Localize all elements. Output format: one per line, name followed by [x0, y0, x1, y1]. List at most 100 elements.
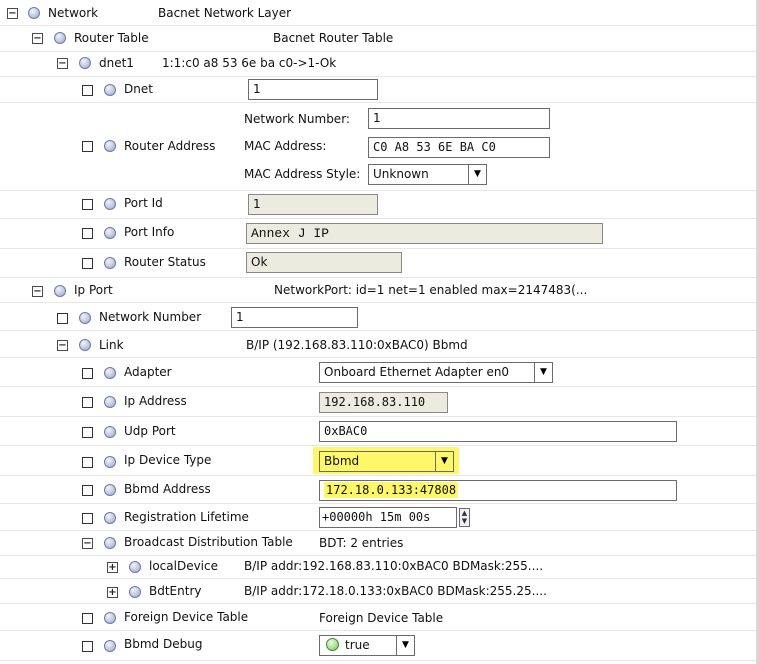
checkbox-icon[interactable]: [82, 199, 93, 210]
slot-bullet-icon: [54, 285, 66, 297]
mac-address-style-value: Unknown: [373, 167, 429, 181]
slot-bullet-icon: [104, 426, 116, 438]
dnet-label: Dnet: [124, 82, 153, 96]
checkbox-icon[interactable]: [82, 85, 93, 96]
mac-address-style-select[interactable]: Unknown ▼: [368, 164, 487, 185]
ip-port-value: NetworkPort: id=1 net=1 enabled max=2147…: [274, 283, 588, 297]
bbmd-debug-value: true: [345, 638, 370, 652]
slot-bullet-icon: [104, 367, 116, 379]
slot-bullet-icon: [79, 57, 91, 69]
expand-icon[interactable]: +: [107, 587, 118, 598]
bdt-entry-value: B/IP addr:172.18.0.133:0xBAC0 BDMask:255…: [244, 584, 547, 598]
checkbox-icon[interactable]: [82, 258, 93, 269]
ip-device-type-label: Ip Device Type: [124, 453, 212, 467]
router-address-label: Router Address: [124, 139, 216, 153]
bbmd-address-field[interactable]: 172.18.0.133:47808: [319, 480, 677, 501]
chevron-down-icon[interactable]: ▼: [534, 363, 552, 382]
dnet1-label: dnet1: [99, 56, 134, 70]
adapter-label: Adapter: [124, 365, 172, 379]
registration-lifetime-label: Registration Lifetime: [124, 510, 249, 524]
slot-bullet-icon: [104, 198, 116, 210]
checkbox-icon[interactable]: [82, 485, 93, 496]
bdt-label: Broadcast Distribution Table: [124, 535, 293, 549]
checkbox-icon[interactable]: [82, 141, 93, 152]
checkbox-icon[interactable]: [82, 368, 93, 379]
network-number-field[interactable]: 1: [368, 108, 550, 129]
bbmd-debug-select[interactable]: true ▼: [319, 635, 415, 656]
collapse-icon[interactable]: −: [57, 340, 68, 351]
dnet-field[interactable]: 1: [248, 79, 378, 100]
router-status-field: Ok: [246, 252, 402, 273]
checkbox-icon[interactable]: [82, 457, 93, 468]
slot-bullet-icon: [104, 227, 116, 239]
ip-port-label: Ip Port: [74, 283, 113, 297]
registration-lifetime-field[interactable]: +00000h 15m 00s: [319, 507, 457, 528]
local-device-label: localDevice: [149, 559, 218, 573]
foreign-device-table-value: Foreign Device Table: [319, 611, 444, 625]
collapse-icon[interactable]: −: [32, 33, 43, 44]
bbmd-address-value: 172.18.0.133:47808: [324, 482, 459, 498]
port-id-field: 1: [248, 194, 378, 215]
slot-bullet-icon: [104, 396, 116, 408]
slot-bullet-icon: [104, 484, 116, 496]
udp-port-label: Udp Port: [124, 424, 176, 438]
ip-device-type-value: Bbmd: [324, 454, 360, 468]
slot-bullet-icon: [129, 586, 141, 598]
checkbox-icon[interactable]: [82, 613, 93, 624]
slot-bullet-icon: [54, 32, 66, 44]
slot-bullet-icon: [79, 312, 91, 324]
slot-bullet-icon: [79, 339, 91, 351]
mac-address-sublabel: MAC Address:: [244, 139, 327, 153]
bdt-entry-label: BdtEntry: [149, 584, 202, 598]
link-label: Link: [99, 338, 124, 352]
bdt-value: BDT: 2 entries: [319, 536, 404, 550]
slot-bullet-icon: [104, 84, 116, 96]
link-value: B/IP (192.168.83.110:0xBAC0) Bbmd: [246, 338, 468, 352]
router-table-value: Bacnet Router Table: [273, 31, 394, 45]
router-status-label: Router Status: [124, 255, 206, 269]
slot-bullet-icon: [104, 537, 116, 549]
checkbox-icon[interactable]: [57, 313, 68, 324]
mac-address-field[interactable]: C0 A8 53 6E BA C0: [368, 137, 550, 158]
network-value: Bacnet Network Layer: [158, 6, 292, 20]
slot-bullet-icon: [129, 561, 141, 573]
ip-device-type-select[interactable]: Bbmd ▼: [319, 451, 454, 472]
checkbox-icon[interactable]: [82, 513, 93, 524]
ip-address-field: 192.168.83.110: [319, 392, 448, 413]
dnet1-value: 1:1:c0 a8 53 6e ba c0->1-Ok: [162, 56, 337, 70]
slot-bullet-icon: [28, 7, 40, 19]
collapse-icon[interactable]: −: [57, 58, 68, 69]
chevron-down-icon[interactable]: ▼: [435, 452, 453, 471]
checkbox-icon[interactable]: [82, 641, 93, 652]
slot-bullet-icon: [104, 140, 116, 152]
foreign-device-table-label: Foreign Device Table: [124, 610, 249, 624]
slot-bullet-icon: [104, 512, 116, 524]
slot-bullet-icon: [104, 640, 116, 652]
checkbox-icon[interactable]: [82, 228, 93, 239]
network-label: Network: [48, 6, 99, 20]
collapse-icon[interactable]: −: [7, 8, 18, 19]
collapse-icon[interactable]: −: [82, 538, 93, 549]
udp-port-field[interactable]: 0xBAC0: [319, 421, 677, 442]
adapter-select[interactable]: Onboard Ethernet Adapter en0 ▼: [319, 362, 553, 383]
chevron-down-icon[interactable]: ▼: [468, 165, 486, 184]
port-id-label: Port Id: [124, 196, 163, 210]
adapter-value: Onboard Ethernet Adapter en0: [324, 365, 510, 379]
checkbox-icon[interactable]: [82, 397, 93, 408]
checkbox-icon[interactable]: [82, 427, 93, 438]
mac-address-style-sublabel: MAC Address Style:: [244, 167, 361, 181]
boolean-true-icon: [326, 638, 339, 651]
port-info-field: Annex J IP: [246, 223, 603, 244]
expand-icon[interactable]: +: [107, 562, 118, 573]
spinner-icon[interactable]: ▲ ▼: [459, 508, 470, 527]
chevron-down-icon[interactable]: ▼: [396, 636, 414, 655]
port-info-label: Port Info: [124, 225, 175, 239]
network-number-label: Network Number: [99, 310, 202, 324]
network-number-input[interactable]: 1: [231, 307, 358, 328]
collapse-icon[interactable]: −: [32, 286, 43, 297]
slot-bullet-icon: [104, 612, 116, 624]
bbmd-address-label: Bbmd Address: [124, 482, 211, 496]
bbmd-debug-label: Bbmd Debug: [124, 637, 203, 651]
local-device-value: B/IP addr:192.168.83.110:0xBAC0 BDMask:2…: [244, 559, 544, 573]
slot-bullet-icon: [104, 456, 116, 468]
